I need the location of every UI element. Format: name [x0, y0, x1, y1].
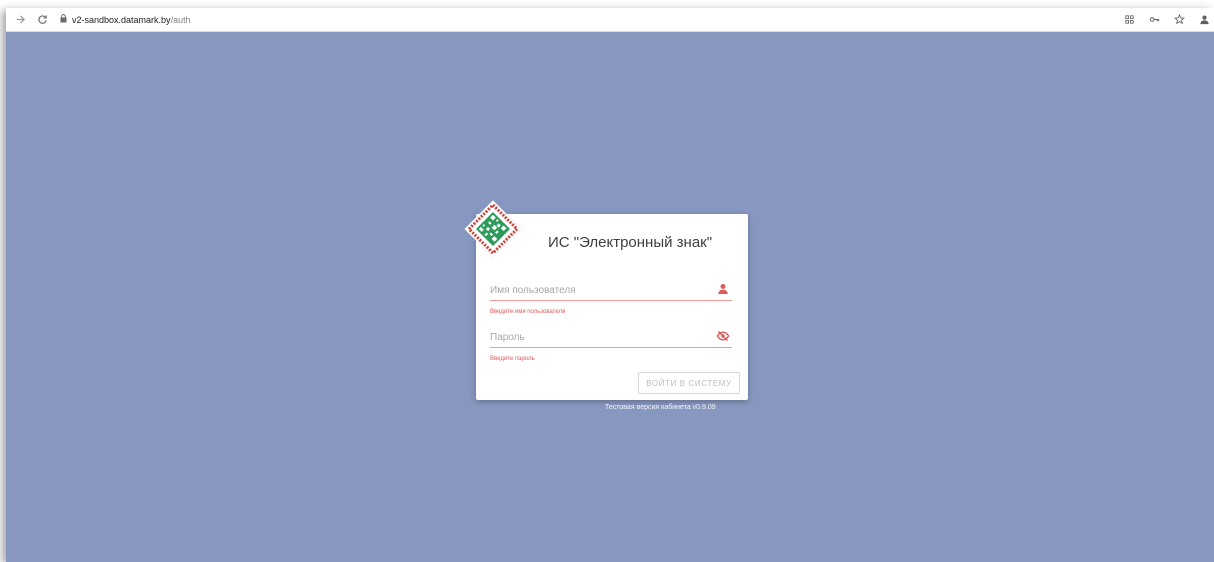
key-icon[interactable]	[1146, 12, 1162, 28]
password-input[interactable]	[490, 328, 700, 347]
username-input[interactable]	[490, 281, 700, 300]
star-icon[interactable]	[1171, 12, 1187, 28]
username-field-wrapper	[490, 280, 732, 301]
browser-toolbar: v2-sandbox.datamark.by/auth	[6, 8, 1214, 32]
password-error: Введите пароль	[490, 356, 535, 362]
extension-icon[interactable]	[1121, 12, 1137, 28]
page-title: ИС "Электронный знак"	[548, 234, 713, 251]
profile-icon[interactable]	[1196, 12, 1212, 28]
url-path: /auth	[170, 14, 191, 25]
eye-off-icon[interactable]	[716, 329, 730, 343]
version-label: Тестовая версия кабинета v0.9.09	[605, 404, 716, 411]
logo-icon	[464, 200, 522, 258]
lock-icon	[60, 14, 67, 25]
url-host: v2-sandbox.datamark.by	[72, 14, 171, 25]
username-error: Введите имя пользователя	[490, 309, 566, 315]
address-bar[interactable]: v2-sandbox.datamark.by/auth	[60, 14, 191, 25]
user-icon	[716, 282, 730, 296]
login-button[interactable]: ВОЙТИ В СИСТЕМУ	[638, 372, 740, 394]
password-field-wrapper	[490, 327, 732, 348]
browser-window: v2-sandbox.datamark.by/auth ИС "Электрон…	[6, 8, 1214, 562]
reload-icon[interactable]	[34, 12, 50, 28]
back-icon[interactable]	[12, 12, 28, 28]
